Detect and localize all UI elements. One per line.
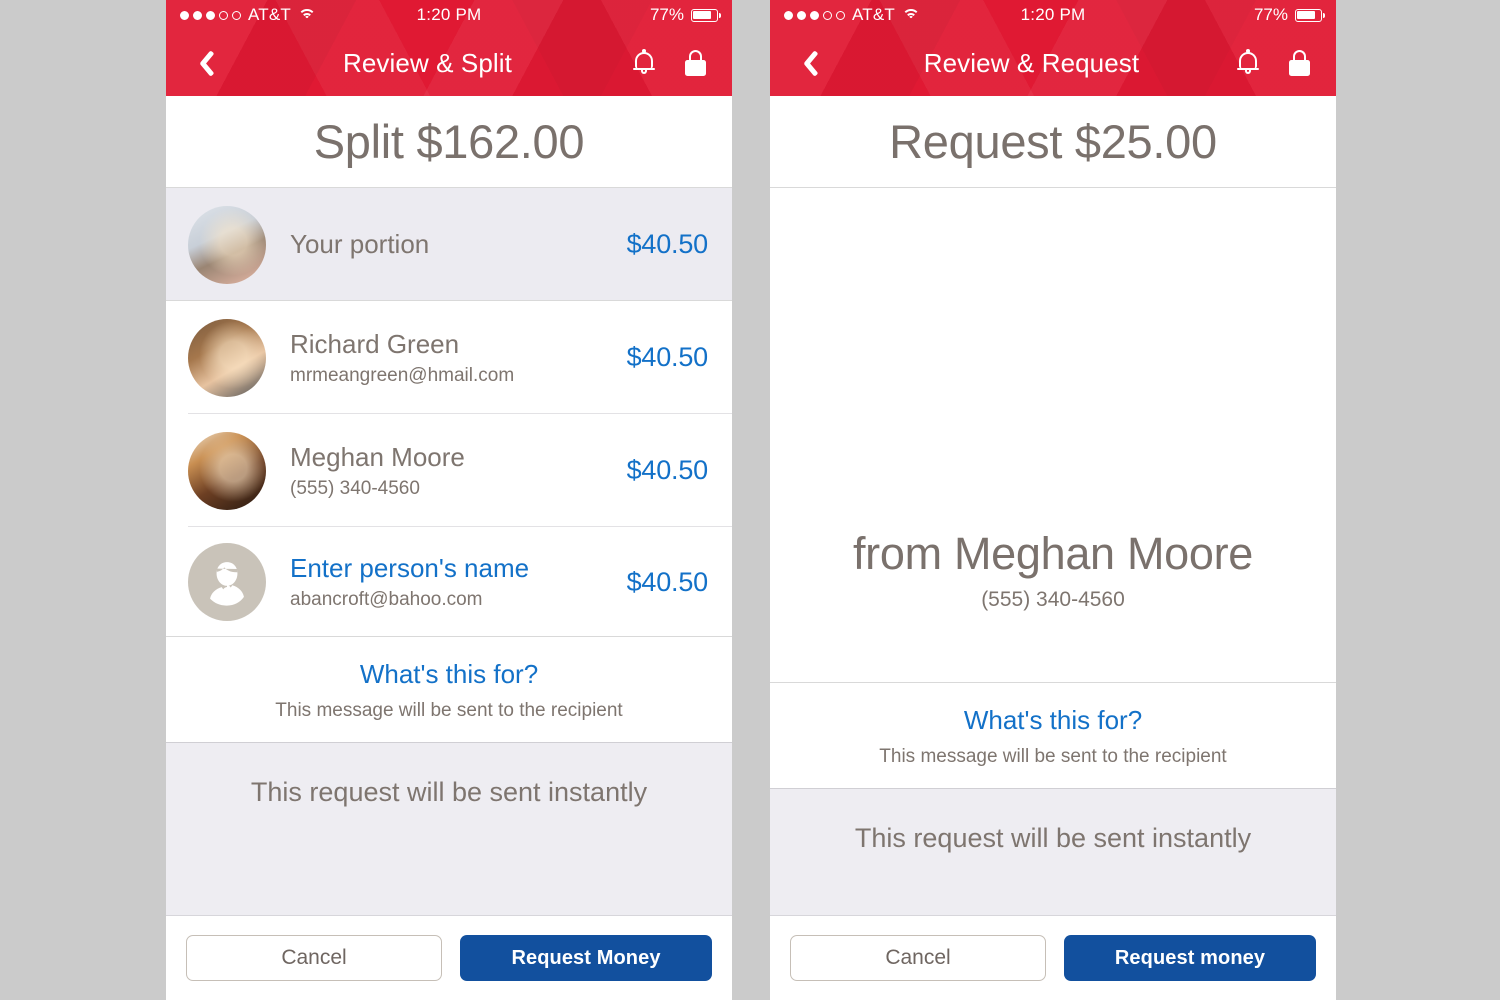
table-row[interactable]: Your portion $40.50 <box>166 188 732 301</box>
request-money-button[interactable]: Request money <box>1064 935 1316 981</box>
clock-label: 1:20 PM <box>416 5 482 24</box>
back-chevron-icon[interactable] <box>188 46 222 80</box>
status-bar-request: AT&T 1:20 PM 77% <box>770 0 1336 30</box>
back-chevron-icon[interactable] <box>792 46 826 80</box>
table-row[interactable]: Meghan Moore (555) 340-4560 $40.50 <box>166 414 732 527</box>
amount-heading: Request $25.00 <box>889 115 1217 168</box>
battery-icon <box>1295 8 1326 22</box>
row-amount: $40.50 <box>626 342 709 372</box>
avatar <box>188 205 266 284</box>
row-text: Enter person's name abancroft@bahoo.com <box>266 553 627 611</box>
nav-bar-request: Review & Request <box>770 30 1336 96</box>
message-block-split: What's this for? This message will be se… <box>166 637 732 743</box>
cancel-button-label: Cancel <box>281 946 347 969</box>
page-title: Review & Split <box>342 47 513 78</box>
footer-actions-split: Cancel Request Money <box>166 916 732 1000</box>
row-subtitle: abancroft@bahoo.com <box>290 589 483 610</box>
nav-actions-request <box>1237 48 1314 76</box>
row-subtitle: (555) 340-4560 <box>290 477 420 499</box>
nav-bar-split: Review & Split <box>166 30 732 96</box>
whats-this-for-link[interactable]: What's this for? <box>166 659 732 690</box>
battery-percent-label: 77% <box>1253 5 1288 24</box>
message-block-request: What's this for? This message will be se… <box>770 683 1336 789</box>
request-money-button[interactable]: Request Money <box>460 935 712 981</box>
signal-strength-icon <box>180 10 241 20</box>
battery-percent-label: 77% <box>649 5 684 24</box>
instant-notice-band-split: This request will be sent instantly <box>166 743 732 916</box>
cancel-button[interactable]: Cancel <box>186 935 442 981</box>
page-title: Review & Request <box>923 47 1140 78</box>
instant-notice-text: This request will be sent instantly <box>854 823 1252 853</box>
split-participants-list: Your portion $40.50 Richard Green mrmean… <box>166 188 732 637</box>
request-money-button-label: Request Money <box>511 946 661 969</box>
phone-screen-review-request: AT&T 1:20 PM 77% Review & Request Reques… <box>770 0 1336 1000</box>
bell-icon[interactable] <box>1237 48 1259 76</box>
battery-icon <box>691 8 722 22</box>
signal-strength-icon <box>784 10 845 20</box>
person-placeholder-icon <box>188 543 266 621</box>
row-amount: $40.50 <box>626 455 709 485</box>
wifi-icon <box>298 8 316 22</box>
row-amount: $40.50 <box>626 229 709 259</box>
row-subtitle: mrmeangreen@hmail.com <box>290 364 515 386</box>
lock-icon[interactable] <box>685 50 706 76</box>
status-bar-right-request: 77% <box>1085 5 1326 25</box>
row-name: Meghan Moore <box>290 441 465 472</box>
carrier-label: AT&T <box>248 5 291 24</box>
amount-heading-band-request: Request $25.00 <box>770 96 1336 188</box>
app-header-split: AT&T 1:20 PM 77% Review & Split <box>166 0 732 96</box>
lock-icon[interactable] <box>1289 50 1310 76</box>
recipient-name: from Meghan Moore <box>852 527 1254 579</box>
row-text: Meghan Moore (555) 340-4560 <box>266 442 627 500</box>
instant-notice-text: This request will be sent instantly <box>250 777 648 807</box>
instant-notice-band-request: This request will be sent instantly <box>770 789 1336 916</box>
amount-heading-band-split: Split $162.00 <box>166 96 732 188</box>
status-bar-right-split: 77% <box>481 5 722 25</box>
message-hint: This message will be sent to the recipie… <box>275 700 623 721</box>
bell-icon[interactable] <box>633 48 655 76</box>
amount-heading: Split $162.00 <box>313 115 585 168</box>
status-bar-left-request: AT&T <box>784 5 1021 25</box>
cancel-button-label: Cancel <box>885 946 951 969</box>
app-header-request: AT&T 1:20 PM 77% Review & Request <box>770 0 1336 96</box>
row-amount: $40.50 <box>626 566 709 597</box>
nav-actions-split <box>633 48 710 76</box>
footer-actions-request: Cancel Request money <box>770 916 1336 1000</box>
phone-screen-review-split: AT&T 1:20 PM 77% Review & Split Split $1… <box>166 0 732 1000</box>
screenshot-stage: AT&T 1:20 PM 77% Review & Split Split $1… <box>0 0 1500 1000</box>
avatar <box>188 318 266 397</box>
row-text: Richard Green mrmeangreen@hmail.com <box>266 329 627 387</box>
row-name: Your portion <box>290 229 430 259</box>
avatar <box>936 261 1171 496</box>
table-row[interactable]: Enter person's name abancroft@bahoo.com … <box>166 527 732 637</box>
clock-label: 1:20 PM <box>1020 5 1086 24</box>
row-name: Richard Green <box>290 328 460 359</box>
table-row[interactable]: Richard Green mrmeangreen@hmail.com $40.… <box>166 301 732 414</box>
enter-person-name-link[interactable]: Enter person's name <box>290 553 627 584</box>
cancel-button[interactable]: Cancel <box>790 935 1046 981</box>
recipient-phone: (555) 340-4560 <box>981 587 1125 611</box>
whats-this-for-link[interactable]: What's this for? <box>770 705 1336 736</box>
wifi-icon <box>902 8 920 22</box>
row-text: Your portion <box>266 229 627 260</box>
avatar <box>188 431 266 510</box>
status-bar-left-split: AT&T <box>180 5 417 25</box>
carrier-label: AT&T <box>852 5 895 24</box>
status-bar-split: AT&T 1:20 PM 77% <box>166 0 732 30</box>
message-hint: This message will be sent to the recipie… <box>879 746 1227 767</box>
request-money-button-label: Request money <box>1114 946 1266 969</box>
recipient-card: from Meghan Moore (555) 340-4560 <box>770 188 1336 683</box>
